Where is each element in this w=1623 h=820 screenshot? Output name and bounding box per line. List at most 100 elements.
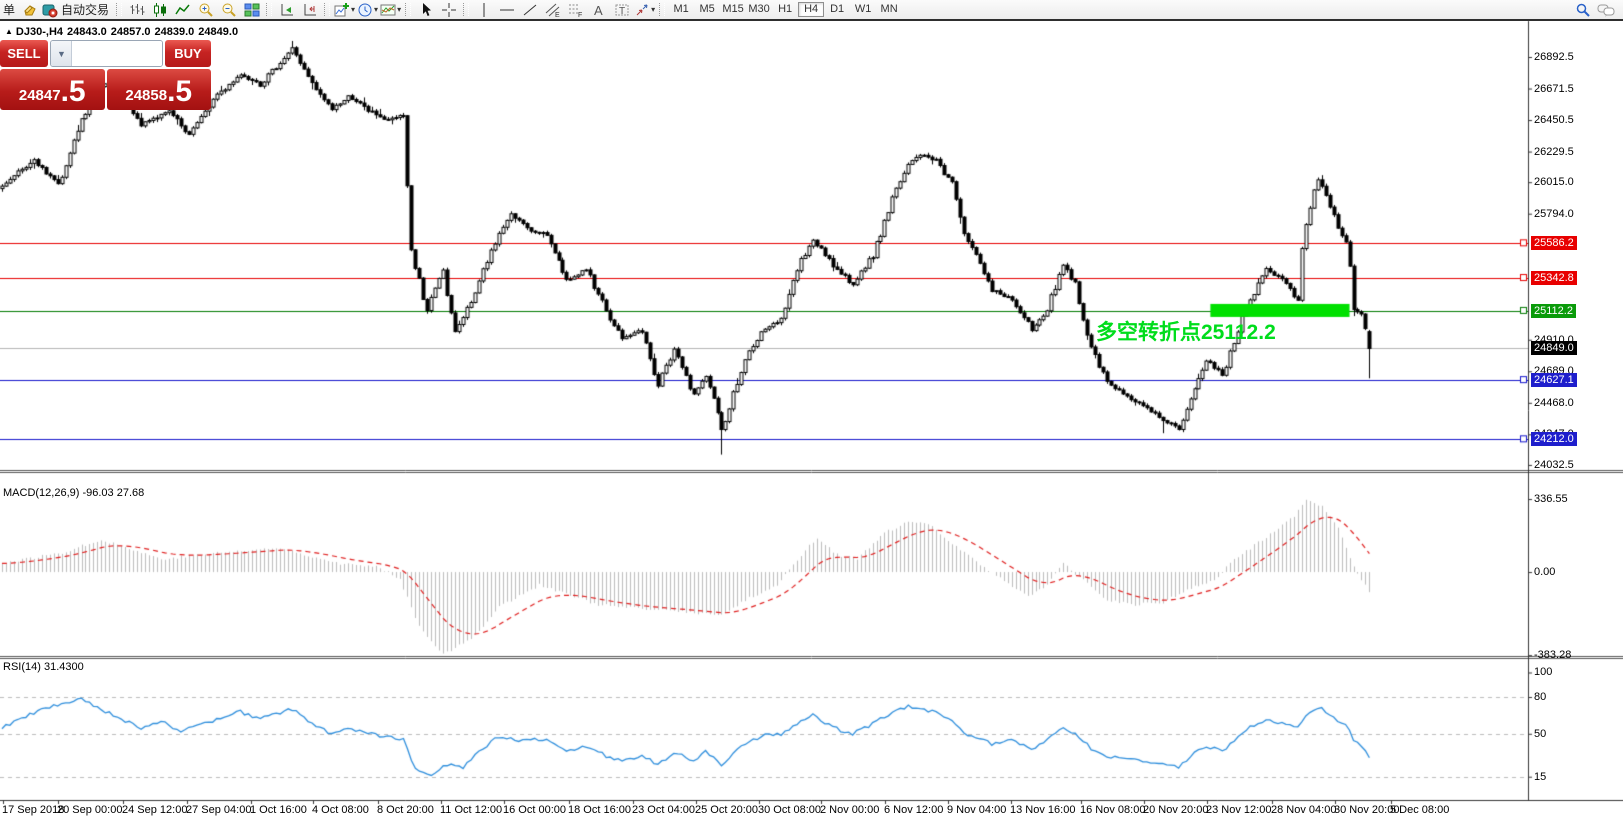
price-chart-canvas[interactable] [0,0,1623,820]
time-axis-label: 28 Nov 04:00 [1271,804,1336,816]
chevron-down-icon: ▾ [374,5,378,14]
autotrading-label: 自动交易 [61,1,109,18]
volume-input[interactable] [72,41,163,66]
buy-price-button[interactable]: 24858.5 [107,69,212,110]
candlestick-chart-button[interactable] [148,1,171,18]
timeframe-button-MN[interactable]: MN [876,2,902,17]
volume-decrease-button[interactable]: ▼ [51,41,72,66]
ohlc-close: 24849.0 [198,26,238,38]
time-axis-label: 11 Oct 12:00 [440,804,502,816]
templates-icon [380,2,396,18]
line-chart-button[interactable] [171,1,194,18]
new-order-button[interactable] [18,1,41,18]
text-label-button[interactable]: T [610,1,633,18]
timeframe-button-W1[interactable]: W1 [850,2,876,17]
zoom-in-button[interactable] [194,1,217,18]
bar-chart-button[interactable] [125,1,148,18]
autotrading-button[interactable]: 自动交易 [41,1,113,18]
chart-shift-button[interactable] [298,1,321,18]
timeframe-button-M30[interactable]: M30 [746,2,772,17]
rsi-axis-tick: 15 [1534,771,1546,783]
buy-price-main: 24858 [125,85,167,107]
ohlc-high: 24857.0 [111,26,151,38]
search-icon [1575,2,1591,18]
svg-text:E: E [555,12,560,18]
line-chart-icon [175,2,191,18]
text-button[interactable]: A [587,1,610,18]
timeframe-button-D1[interactable]: D1 [824,2,850,17]
ohlc-open: 24843.0 [67,26,107,38]
buy-button[interactable]: BUY [165,40,211,67]
time-axis-label: 30 Oct 08:00 [758,804,821,816]
search-button[interactable] [1571,1,1594,18]
tile-windows-icon [244,2,260,18]
time-axis-label: 24 Sep 12:00 [122,804,187,816]
cursor-button[interactable] [414,1,437,18]
macd-indicator-label: MACD(12,26,9) -96.03 27.68 [3,487,144,499]
price-axis-tick: 25794.0 [1534,208,1574,220]
templates-button[interactable]: ▾ [379,1,402,18]
indicators-icon [334,2,350,18]
order-menu-label[interactable]: 单 [3,1,15,18]
zoom-out-button[interactable] [217,1,240,18]
ohlc-low: 24839.0 [155,26,195,38]
timeframe-button-M1[interactable]: M1 [668,2,694,17]
one-click-trading-panel: SELL ▼ ▲ BUY 24847.5 24858.5 [0,40,211,110]
equidistant-channel-icon: E [545,2,561,18]
volume-stepper: ▼ ▲ [50,40,163,67]
time-axis-label: 18 Oct 16:00 [568,804,631,816]
time-axis-label: 20 Nov 20:00 [1143,804,1208,816]
price-axis-tick: 26229.5 [1534,146,1574,158]
timeframe-button-M5[interactable]: M5 [694,2,720,17]
vertical-line-icon [476,2,492,18]
svg-text:T: T [619,6,625,17]
collapse-panel-icon[interactable]: ▲ [5,27,13,36]
price-axis-tick: 26892.5 [1534,51,1574,63]
time-axis-label: 6 Nov 12:00 [884,804,943,816]
time-axis-label: 23 Nov 12:00 [1206,804,1271,816]
rsi-axis-tick: 50 [1534,728,1546,740]
main-toolbar: 单 自动交易 ▾ ▾ ▾ [0,0,1623,21]
time-axis-label: 13 Nov 16:00 [1010,804,1075,816]
chevron-down-icon: ▾ [397,5,401,14]
crosshair-icon [441,2,457,18]
chat-button[interactable] [1594,1,1617,18]
trendline-button[interactable] [518,1,541,18]
horizontal-line-button[interactable] [495,1,518,18]
chart-annotation-text[interactable]: 多空转折点25112.2 [1096,316,1276,346]
auto-scroll-button[interactable] [275,1,298,18]
timeframe-button-H1[interactable]: H1 [772,2,798,17]
symbol-period: DJ30-,H4 [16,26,63,38]
sell-price-button[interactable]: 24847.5 [0,69,105,110]
time-axis-label: 25 Oct 20:00 [695,804,758,816]
svg-text:A: A [594,3,603,18]
timeframe-button-H4[interactable]: H4 [798,2,824,17]
tile-windows-button[interactable] [240,1,263,18]
rsi-indicator-label: RSI(14) 31.4300 [3,661,84,673]
periods-icon [357,2,373,18]
buy-price-fraction: .5 [167,77,192,107]
crosshair-button[interactable] [437,1,460,18]
mt4-terminal-window: { "toolbar": { "order_label": "单", "auto… [0,0,1623,820]
price-badge: 25586.2 [1531,236,1577,250]
fibonacci-button[interactable]: F [564,1,587,18]
toolbar-gripper [116,3,122,16]
time-axis-label: 27 Sep 04:00 [186,804,251,816]
vertical-line-button[interactable] [472,1,495,18]
time-axis-label: 2 Nov 00:00 [820,804,879,816]
indicators-button[interactable]: ▾ [333,1,356,18]
time-axis-label: 16 Nov 08:00 [1080,804,1145,816]
price-axis-tick: 26015.0 [1534,176,1574,188]
text-icon: A [591,2,607,18]
rsi-axis-tick: 80 [1534,691,1546,703]
periods-button[interactable]: ▾ [356,1,379,18]
toolbar-gripper [324,3,330,16]
sell-button[interactable]: SELL [0,40,48,67]
equidistant-channel-button[interactable]: E [541,1,564,18]
timeframe-button-M15[interactable]: M15 [720,2,746,17]
fibonacci-icon: F [568,2,584,18]
trendline-icon [522,2,538,18]
arrows-button[interactable]: ▾ [633,1,656,18]
macd-axis-tick: 0.00 [1534,566,1555,578]
new-order-icon [22,2,38,18]
